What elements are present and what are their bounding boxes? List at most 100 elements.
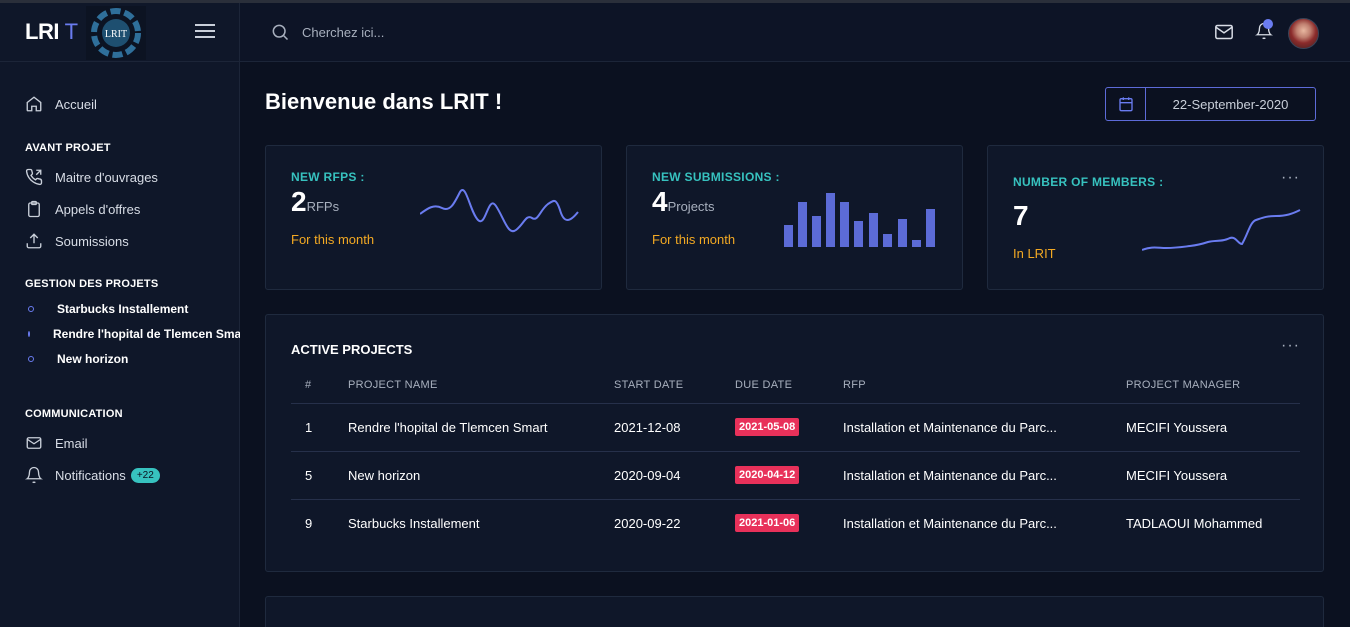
sidebar-item-label: Notifications <box>55 467 126 483</box>
active-projects-card: ACTIVE PROJECTS ··· # PROJECT NAME START… <box>265 314 1324 572</box>
bullet-icon <box>28 356 34 362</box>
brand-name-text: LRI <box>25 19 59 44</box>
stat-unit: RFPs <box>306 199 340 214</box>
sparkline-rfps <box>420 189 579 233</box>
cell-project-manager: MECIFI Youssera <box>1126 403 1300 452</box>
stat-card-submissions: NEW SUBMISSIONS : 4Projects For this mon… <box>626 145 963 290</box>
stat-subtitle: For this month <box>291 232 375 247</box>
sidebar-project-starbucks[interactable]: Starbucks Installement <box>28 300 188 318</box>
stat-subtitle: For this month <box>652 232 736 247</box>
menu-icon-bar <box>195 30 215 32</box>
search-icon[interactable] <box>270 22 290 42</box>
sidebar-item-notifications[interactable]: Notifications +22 <box>25 464 160 486</box>
bell-icon <box>25 466 43 484</box>
cell-project-manager: MECIFI Youssera <box>1126 451 1300 500</box>
sidebar: LRI T LRIT Accueil AVANT PROJET Maitre d… <box>0 3 240 627</box>
avatar[interactable] <box>1288 18 1319 49</box>
more-options-icon[interactable]: ··· <box>1281 169 1300 187</box>
sparkline-members <box>1142 209 1301 251</box>
sidebar-item-label: Email <box>55 435 88 451</box>
col-header-due-date: DUE DATE <box>735 367 843 404</box>
brand: LRI T LRIT <box>0 3 240 62</box>
sidebar-project-label: New horizon <box>57 352 129 366</box>
cell-id: 5 <box>291 451 348 500</box>
cell-start-date: 2021-12-08 <box>614 403 735 452</box>
col-header-start-date: START DATE <box>614 367 735 404</box>
svg-text:LRIT: LRIT <box>105 29 127 40</box>
stat-card-members: NUMBER OF MEMBERS : ··· 7 In LRIT <box>987 145 1324 290</box>
bottom-card-partial <box>265 596 1324 627</box>
brand-name-suffix: T <box>64 19 78 44</box>
stat-number: 4 <box>652 186 668 217</box>
stat-number: 2 <box>291 186 307 217</box>
sidebar-item-soumissions[interactable]: Soumissions <box>25 230 129 252</box>
section-avant-projet: AVANT PROJET <box>25 142 111 154</box>
cell-project-name: Starbucks Installement <box>348 515 480 531</box>
search-input[interactable] <box>302 21 602 43</box>
mail-icon[interactable] <box>1214 23 1234 41</box>
sidebar-project-label: Starbucks Installement <box>57 302 189 316</box>
top-header <box>240 3 1350 62</box>
sidebar-item-label: Soumissions <box>55 233 129 249</box>
notifications-count-badge: +22 <box>130 467 160 483</box>
cell-start-date: 2020-09-04 <box>614 451 735 500</box>
calendar-icon <box>1118 97 1133 112</box>
sidebar-item-appels-offres[interactable]: Appels d'offres <box>25 198 140 220</box>
cell-id: 9 <box>305 515 313 531</box>
due-date-badge: 2020-04-12 <box>735 466 800 484</box>
home-icon <box>26 96 42 112</box>
table-row[interactable]: 1 Rendre l'hopital de Tlemcen Smart 2021… <box>291 403 1300 452</box>
sidebar-project-label: Rendre l'hopital de Tlemcen Smart <box>53 327 240 341</box>
cell-due-date: 2020-04-12 <box>735 451 843 500</box>
brand-logo: LRIT <box>86 6 146 60</box>
menu-icon-bar <box>195 24 215 26</box>
col-header-project-manager: PROJECT MANAGER <box>1126 367 1300 404</box>
bullet-icon <box>28 331 30 337</box>
table-row[interactable]: 9 Starbucks Installement 2020-09-22 2021… <box>291 499 1300 547</box>
date-picker[interactable]: 22-September-2020 <box>1105 87 1316 121</box>
sidebar-item-maitre-ouvrages[interactable]: Maitre d'ouvrages <box>25 166 158 188</box>
cell-start-date: 2020-09-22 <box>614 515 681 531</box>
menu-icon-bar <box>195 36 215 38</box>
col-header-project-name: PROJECT NAME <box>348 367 614 404</box>
brand-name[interactable]: LRI T <box>25 19 78 45</box>
stat-card-rfps: NEW RFPS : 2RFPs For this month <box>265 145 602 290</box>
cell-id: 1 <box>291 403 348 452</box>
cell-project-manager: TADLAOUI Mohammed <box>1126 515 1263 531</box>
due-date-badge: 2021-05-08 <box>735 418 800 436</box>
sidebar-item-accueil[interactable]: Accueil <box>25 93 97 115</box>
calendar-icon-box <box>1106 88 1146 120</box>
cell-rfp: Installation et Maintenance du Parc... <box>843 451 1126 500</box>
stat-value: 4Projects <box>652 186 715 218</box>
stat-title: NEW RFPS : <box>291 170 365 184</box>
cell-due-date: 2021-01-06 <box>735 499 843 547</box>
bar-sparkline-submissions <box>784 193 935 247</box>
phone-icon <box>25 168 43 186</box>
table-row[interactable]: 5 New horizon 2020-09-04 2020-04-12 Inst… <box>291 451 1300 500</box>
sidebar-project-hopital[interactable]: Rendre l'hopital de Tlemcen Smart <box>28 325 240 343</box>
sidebar-item-label: Accueil <box>55 96 97 112</box>
cell-project-name: New horizon <box>348 451 614 500</box>
envelope-icon <box>26 437 42 449</box>
stat-title: NEW SUBMISSIONS : <box>652 170 780 184</box>
stat-value: 7 <box>1013 200 1029 231</box>
bullet-icon <box>28 306 34 312</box>
stat-title: NUMBER OF MEMBERS : <box>1013 175 1164 189</box>
clipboard-icon <box>28 200 40 218</box>
section-gestion-projets: GESTION DES PROJETS <box>25 278 159 290</box>
page-title: Bienvenue dans LRIT ! <box>265 89 503 114</box>
due-date-badge: 2021-01-06 <box>735 514 800 533</box>
sidebar-project-new-horizon[interactable]: New horizon <box>28 350 128 368</box>
more-options-icon[interactable]: ··· <box>1281 337 1300 355</box>
stat-unit: Projects <box>667 199 715 214</box>
cell-rfp: Installation et Maintenance du Parc... <box>843 403 1126 452</box>
date-value: 22-September-2020 <box>1172 96 1289 112</box>
projects-table: # PROJECT NAME START DATE DUE DATE RFP P… <box>291 367 1300 547</box>
sidebar-item-label: Maitre d'ouvrages <box>55 169 158 185</box>
stat-subtitle: In LRIT <box>1013 246 1056 261</box>
sidebar-item-email[interactable]: Email <box>25 432 88 454</box>
stat-value: 2RFPs <box>291 186 339 218</box>
cell-rfp: Installation et Maintenance du Parc... <box>843 515 1057 531</box>
menu-toggle-button[interactable] <box>195 24 215 40</box>
col-header-rfp: RFP <box>843 367 1126 404</box>
